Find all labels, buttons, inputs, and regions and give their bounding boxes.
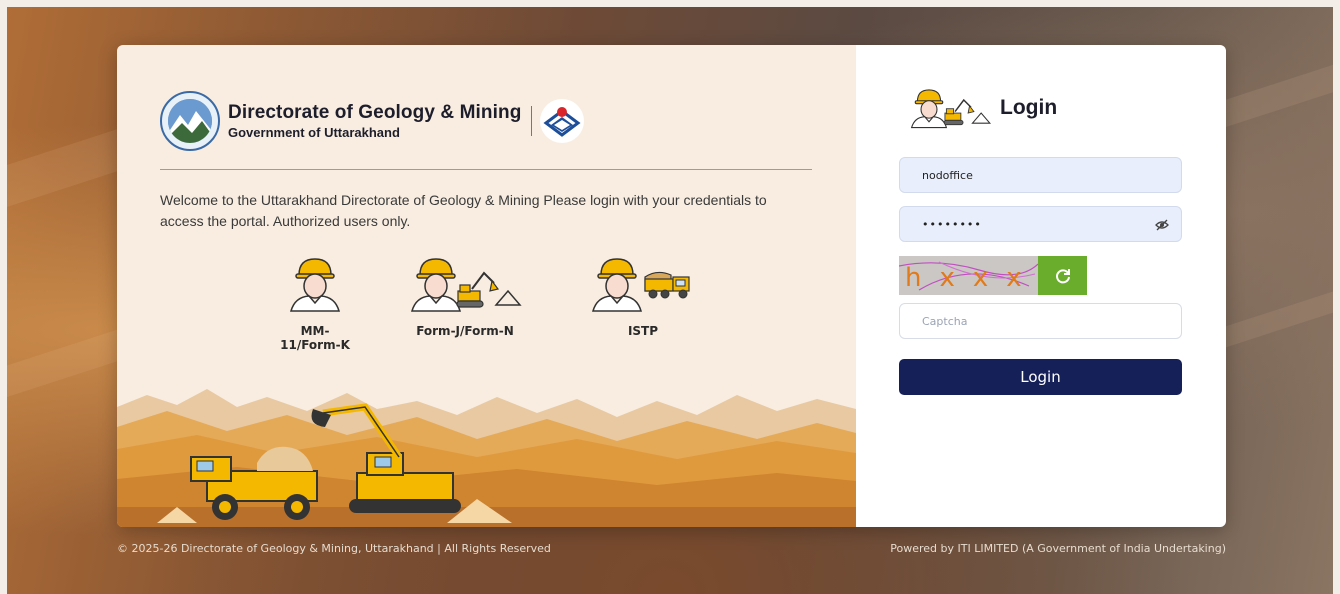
info-panel: Directorate of Geology & Mining Governme… <box>117 45 856 527</box>
footer-copyright: © 2025-26 Directorate of Geology & Minin… <box>117 542 551 555</box>
role-mm11-formk[interactable]: MM-11/Form-K <box>273 255 357 352</box>
role-formj-formn[interactable]: Form-J/Form-N <box>405 255 525 338</box>
header-divider <box>160 169 812 170</box>
login-header: Login <box>904 87 1057 129</box>
captcha-placeholder: Captcha <box>922 314 968 328</box>
captcha-image: hxxx <box>899 256 1038 295</box>
uttarakhand-govt-logo <box>540 99 585 143</box>
captcha-input[interactable]: Captcha <box>899 303 1182 339</box>
role-istp[interactable]: ISTP <box>587 255 699 338</box>
captcha-row: hxxx <box>899 256 1087 295</box>
miner-truck-icon <box>592 258 690 312</box>
captcha-refresh-button[interactable] <box>1038 256 1087 295</box>
role-label: ISTP <box>627 324 659 338</box>
brand-header: Directorate of Geology & Mining Governme… <box>160 91 585 151</box>
password-field[interactable]: •••••••• <box>899 206 1182 242</box>
login-card: Directorate of Geology & Mining Governme… <box>117 45 1226 527</box>
brand-title: Directorate of Geology & Mining <box>228 102 522 123</box>
miner-excavator-icon <box>411 258 522 312</box>
dgm-seal-logo <box>160 91 220 151</box>
role-label: MM-11/Form-K <box>280 324 350 352</box>
role-list: MM-11/Form-K Form-J/Form-N ISTP <box>117 255 856 355</box>
login-button[interactable]: Login <box>899 359 1182 395</box>
username-value: nodoffice <box>922 168 973 182</box>
brand-separator <box>531 106 533 136</box>
login-title: Login <box>1000 96 1058 119</box>
role-label: Form-J/Form-N <box>416 324 514 338</box>
password-value: •••••••• <box>922 217 982 231</box>
login-panel: Login nodoffice •••••••• hxxx Captcha Lo… <box>856 45 1226 527</box>
welcome-text: Welcome to the Uttarakhand Directorate o… <box>160 192 767 229</box>
username-field[interactable]: nodoffice <box>899 157 1182 193</box>
mining-scene-illustration <box>117 389 856 527</box>
refresh-icon <box>1055 268 1070 283</box>
captcha-text: hxxx <box>905 263 1038 293</box>
brand-subtitle: Government of Uttarakhand <box>228 125 400 140</box>
miner-excavator-icon <box>910 89 992 129</box>
eye-slash-icon[interactable] <box>1155 218 1169 232</box>
miner-icon <box>290 258 340 312</box>
footer-powered-by: Powered by ITI LIMITED (A Government of … <box>890 542 1226 555</box>
